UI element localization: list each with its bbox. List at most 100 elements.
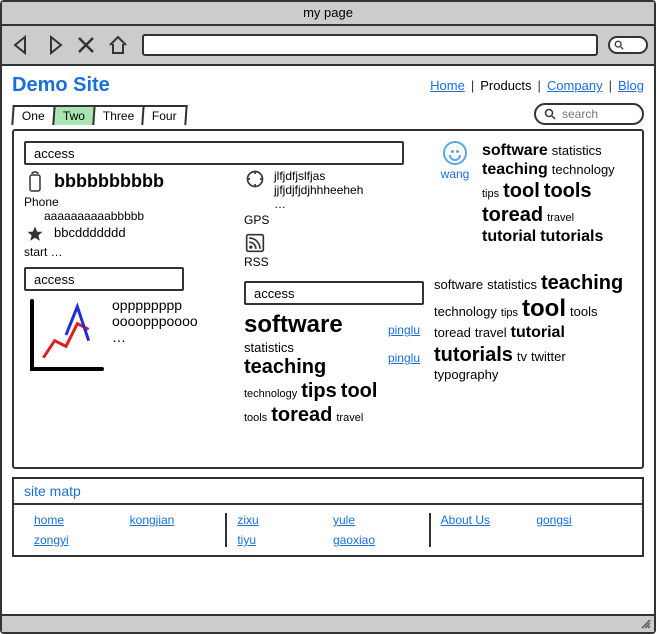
tag-travel[interactable]: travel bbox=[547, 212, 574, 225]
search-input[interactable] bbox=[560, 106, 630, 122]
gps-icon bbox=[244, 169, 266, 189]
mid-column: jlfjdfjslfjas jjfjdjfjdjhhheeheh … GPS R… bbox=[244, 141, 424, 457]
tag-twitter[interactable]: twitter bbox=[531, 349, 566, 365]
tag-tools[interactable]: tools bbox=[544, 179, 592, 203]
menu-separator: | bbox=[471, 78, 474, 93]
tag-tutorials[interactable]: tutorials bbox=[540, 227, 603, 246]
back-button[interactable] bbox=[8, 31, 36, 59]
opp-text-3: … bbox=[112, 329, 198, 345]
tag-teaching[interactable]: teaching bbox=[541, 271, 623, 295]
menu-item-home[interactable]: Home bbox=[430, 78, 465, 93]
menu-item-products[interactable]: Products bbox=[480, 78, 531, 93]
tag-tips[interactable]: tips bbox=[501, 307, 518, 320]
sitemap-col-3: About Us gongsi bbox=[429, 513, 632, 547]
tag-tutorial[interactable]: tutorial bbox=[482, 227, 536, 246]
tag-tools[interactable]: tools bbox=[570, 304, 597, 320]
access-box-3[interactable]: access bbox=[244, 281, 424, 305]
tag-tips[interactable]: tips bbox=[482, 188, 499, 201]
tab-three[interactable]: Three bbox=[92, 105, 145, 125]
url-bar[interactable] bbox=[142, 34, 598, 56]
toolbar-search[interactable] bbox=[608, 36, 648, 54]
menu-item-blog[interactable]: Blog bbox=[618, 78, 644, 93]
sitemap: home kongjian zongyi zixu yule tiyu gaoxiao A… bbox=[12, 503, 644, 557]
sitemap-link-kongjian[interactable]: kongjian bbox=[130, 513, 216, 527]
tag-teaching[interactable]: teaching bbox=[482, 160, 548, 179]
tag-travel[interactable]: travel bbox=[475, 325, 507, 341]
menu-separator: | bbox=[538, 78, 541, 93]
sitemap-header: site matp bbox=[12, 477, 644, 503]
sitemap-link-yule[interactable]: yule bbox=[333, 513, 419, 527]
star-icon bbox=[24, 225, 46, 243]
site-brand: Demo Site bbox=[12, 74, 110, 97]
tag-technology[interactable]: technology bbox=[434, 304, 497, 320]
search-icon bbox=[544, 108, 556, 120]
home-button[interactable] bbox=[104, 31, 132, 59]
mini-chart bbox=[24, 297, 104, 377]
sitemap-link-home[interactable]: home bbox=[34, 513, 120, 527]
tag-typography[interactable]: typography bbox=[434, 367, 498, 383]
window-title: my page bbox=[2, 2, 654, 26]
rss-icon bbox=[244, 233, 266, 253]
phone-icon bbox=[24, 171, 46, 193]
pinglu-link-2[interactable]: pinglu bbox=[388, 351, 420, 365]
tab-strip: OneTwoThreeFour bbox=[12, 105, 185, 125]
gps-line-1: jlfjdfjslfjas bbox=[274, 169, 424, 183]
tag-software[interactable]: software bbox=[434, 277, 483, 293]
tag-tool[interactable]: tool bbox=[522, 295, 566, 324]
tag-software[interactable]: software bbox=[244, 311, 343, 340]
right-column: wang softwarestatisticsteachingtechnolog… bbox=[434, 141, 632, 457]
tag-tips[interactable]: tips bbox=[301, 379, 337, 403]
tag-technology[interactable]: technology bbox=[244, 388, 297, 401]
sitemap-col-2: zixu yule tiyu gaoxiao bbox=[225, 513, 428, 547]
sitemap-link-gaoxiao[interactable]: gaoxiao bbox=[333, 533, 419, 547]
menu-separator: | bbox=[609, 78, 612, 93]
tag-toread[interactable]: toread bbox=[434, 325, 471, 341]
tag-travel[interactable]: travel bbox=[336, 412, 363, 425]
site-search[interactable] bbox=[534, 103, 644, 125]
tag-teaching[interactable]: teaching bbox=[244, 355, 326, 379]
sitemap-link-zongyi[interactable]: zongyi bbox=[34, 533, 120, 547]
tab-one[interactable]: One bbox=[11, 105, 55, 125]
stop-button[interactable] bbox=[72, 31, 100, 59]
tag-cloud-right-2: softwarestatisticsteaching technology tips… bbox=[434, 271, 632, 383]
browser-toolbar bbox=[2, 26, 654, 66]
menu-item-company[interactable]: Company bbox=[547, 78, 603, 93]
sitemap-link-tiyu[interactable]: tiyu bbox=[237, 533, 323, 547]
browser-window: my page Demo Site Home | Products | Company |… bbox=[0, 0, 656, 634]
page-content: Demo Site Home | Products | Company | Blog One… bbox=[2, 66, 654, 606]
resize-handle-icon[interactable] bbox=[640, 618, 652, 630]
opp-text-1: opppppppp bbox=[112, 297, 198, 313]
pinglu-link-1[interactable]: pinglu bbox=[388, 323, 420, 337]
sitemap-col-1: home kongjian zongyi bbox=[24, 513, 225, 547]
tag-cloud-right-1: softwarestatisticsteachingtechnology tips… bbox=[482, 141, 632, 247]
tab-four[interactable]: Four bbox=[141, 105, 187, 125]
tag-toread[interactable]: toread bbox=[271, 403, 332, 427]
tag-software[interactable]: software bbox=[482, 141, 548, 160]
tag-tool[interactable]: tool bbox=[503, 179, 540, 203]
sitemap-link-About Us[interactable]: About Us bbox=[441, 513, 527, 547]
tag-cloud-mid: softwarestatisticsteaching technology tips… bbox=[244, 311, 382, 427]
tab-two[interactable]: Two bbox=[52, 105, 95, 125]
tag-tools[interactable]: tools bbox=[244, 412, 267, 425]
opp-text-2: oooopppoooo bbox=[112, 313, 198, 329]
tag-tutorials[interactable]: tutorials bbox=[434, 343, 513, 367]
tag-statistics[interactable]: statistics bbox=[244, 340, 294, 356]
tag-tutorial[interactable]: tutorial bbox=[511, 323, 565, 342]
gps-line-2: jjfjdjfjdjhhheeheh bbox=[274, 183, 424, 197]
tag-tool[interactable]: tool bbox=[341, 379, 378, 403]
access-box-2[interactable]: access bbox=[24, 267, 184, 291]
forward-button[interactable] bbox=[40, 31, 68, 59]
status-bar bbox=[2, 614, 654, 632]
main-menu: Home | Products | Company | Blog bbox=[430, 78, 644, 93]
gps-line-3: … bbox=[274, 197, 424, 211]
rss-label: RSS bbox=[244, 255, 424, 269]
avatar: wang bbox=[434, 141, 476, 181]
tag-toread[interactable]: toread bbox=[482, 203, 543, 227]
tag-statistics[interactable]: statistics bbox=[552, 143, 602, 159]
sitemap-link-zixu[interactable]: zixu bbox=[237, 513, 323, 527]
tag-statistics[interactable]: statistics bbox=[487, 277, 537, 293]
tag-tv[interactable]: tv bbox=[517, 349, 527, 365]
sitemap-link-gongsi[interactable]: gongsi bbox=[536, 513, 622, 547]
gps-label: GPS bbox=[244, 213, 424, 227]
tag-technology[interactable]: technology bbox=[552, 162, 615, 178]
